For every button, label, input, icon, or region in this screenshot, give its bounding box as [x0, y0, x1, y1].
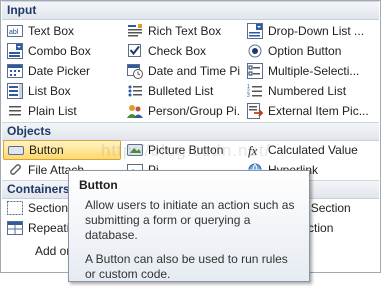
check-box-icon [127, 43, 143, 59]
tooltip-paragraph-2: A Button can also be used to run rules o… [85, 252, 288, 281]
control-check-box[interactable]: Check Box [123, 41, 241, 61]
control-bulleted-list[interactable]: Bulleted List [123, 81, 241, 101]
svg-text:abl: abl [9, 29, 19, 36]
control-label: Rich Text Box [148, 24, 222, 38]
control-label: External Item Pic... [268, 104, 369, 118]
control-option-button[interactable]: Option Button [243, 41, 375, 61]
control-date-picker[interactable]: Date Picker [3, 61, 121, 81]
section-header-objects: Objects [2, 122, 379, 141]
control-drop-down-list[interactable]: Drop-Down List ... [243, 21, 375, 41]
control-label: Combo Box [28, 44, 91, 58]
multiple-selection-icon [247, 63, 263, 79]
control-label: Date and Time Pi... [148, 64, 241, 78]
tooltip-paragraph-1: Allow users to initiate an action such a… [85, 198, 295, 242]
control-external-item-picker[interactable]: External Item Pic... [243, 101, 375, 121]
option-button-icon [247, 43, 263, 59]
section-title-containers: Containers [7, 182, 70, 196]
control-numbered-list[interactable]: 123 Numbered List [243, 81, 375, 101]
section-header-input: Input [2, 1, 379, 20]
tooltip-title: Button [79, 178, 118, 192]
control-rich-text-box[interactable]: Rich Text Box [123, 21, 241, 41]
watermark-text: http://blog.csdn.net/ [101, 141, 271, 160]
text-box-icon: abl [7, 23, 23, 39]
section-title-objects: Objects [7, 124, 52, 138]
bulleted-list-icon [127, 83, 143, 99]
section-icon [7, 200, 23, 216]
combo-box-icon [7, 43, 23, 59]
date-picker-icon [7, 63, 23, 79]
control-label: Numbered List [268, 84, 347, 98]
control-label: Multiple-Selecti... [268, 64, 360, 78]
control-text-box[interactable]: abl Text Box [3, 21, 121, 41]
svg-text:3: 3 [247, 93, 250, 99]
control-label: Calculated Value [268, 143, 358, 157]
control-label: Date Picker [28, 64, 91, 78]
control-label: Plain List [28, 104, 77, 118]
rich-text-box-icon [127, 23, 143, 39]
control-label: Drop-Down List ... [268, 24, 365, 38]
control-combo-box[interactable]: Combo Box [3, 41, 121, 61]
add-or-text[interactable]: Add or [35, 244, 70, 258]
external-item-picker-icon [247, 103, 263, 119]
drop-down-list-icon [247, 23, 263, 39]
section-title-input: Input [7, 3, 37, 17]
list-box-icon [7, 83, 23, 99]
file-attachment-icon [7, 162, 23, 178]
control-date-time-picker[interactable]: Date and Time Pi... [123, 61, 241, 81]
person-group-picker-icon [127, 103, 143, 119]
control-multiple-selection[interactable]: Multiple-Selecti... [243, 61, 375, 81]
control-label: Person/Group Pi... [148, 104, 241, 118]
control-list-box[interactable]: List Box [3, 81, 121, 101]
control-label: Check Box [148, 44, 207, 58]
repeating-table-icon [7, 220, 23, 236]
control-label: Section [28, 201, 69, 215]
button-tooltip: Button Allow users to initiate an action… [68, 170, 310, 282]
date-time-picker-icon [127, 63, 143, 79]
tooltip-body: Allow users to initiate an action such a… [85, 198, 295, 291]
control-label: Option Button [268, 44, 342, 58]
control-plain-list[interactable]: Plain List [3, 101, 121, 121]
button-icon [8, 142, 24, 158]
control-label: List Box [28, 84, 71, 98]
control-person-group-picker[interactable]: Person/Group Pi... [123, 101, 241, 121]
control-label: Text Box [28, 24, 75, 38]
plain-list-icon [7, 103, 23, 119]
numbered-list-icon: 123 [247, 83, 263, 99]
control-label: Bulleted List [148, 84, 214, 98]
control-label: Button [29, 143, 64, 157]
